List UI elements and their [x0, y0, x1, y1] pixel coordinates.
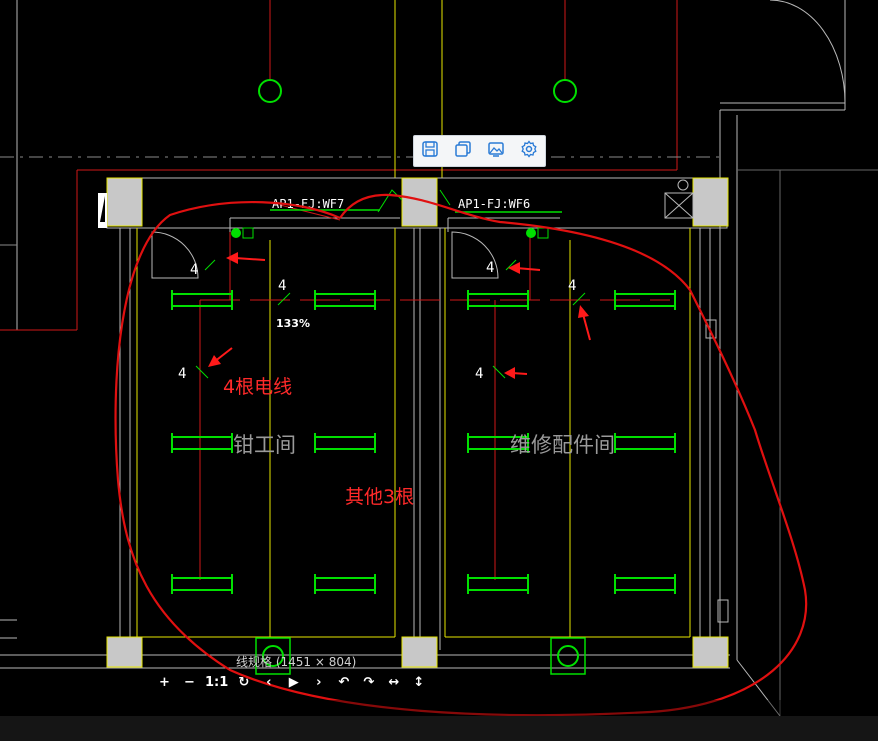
settings-icon	[520, 140, 538, 162]
rotate-right-button[interactable]: ↷	[359, 675, 378, 690]
annotation-arrows	[208, 252, 591, 379]
viewer-controls: + − 1:1 ↻ ‹ ▶ › ↶ ↷ ↔ ↕	[155, 675, 428, 690]
image-button[interactable]	[483, 138, 509, 164]
reset-button[interactable]: ↻	[234, 675, 253, 690]
image-icon	[487, 140, 505, 162]
flip-vertical-button[interactable]: ↕	[409, 675, 428, 690]
rotate-left-button[interactable]: ↶	[334, 675, 353, 690]
zoom-out-button[interactable]: −	[180, 675, 199, 690]
wire-mark-3: 4	[178, 366, 186, 382]
flip-horizontal-button[interactable]: ↔	[384, 675, 403, 690]
wire-mark-6: 4	[475, 366, 483, 382]
save-button[interactable]	[417, 138, 443, 164]
ceiling-lights-top	[258, 79, 577, 103]
doors	[151, 231, 499, 279]
light-fixtures	[171, 189, 676, 675]
bottom-strip	[0, 716, 878, 741]
copy-button[interactable]	[450, 138, 476, 164]
zoom-badge: 133%	[276, 317, 310, 330]
wire-mark-4: 4	[486, 260, 494, 276]
actual-size-button[interactable]: 1:1	[205, 675, 228, 690]
upper-layout	[0, 0, 878, 716]
equipment-box	[664, 179, 729, 623]
play-button[interactable]: ▶	[284, 675, 303, 690]
save-icon	[421, 140, 439, 162]
copy-icon	[454, 140, 472, 162]
settings-button[interactable]	[516, 138, 542, 164]
wire-mark-2: 4	[278, 278, 286, 294]
next-button[interactable]: ›	[309, 675, 328, 690]
room-label-right: 维修配件间	[510, 433, 615, 457]
circuit-label-right: AP1-FJ:WF6	[458, 197, 530, 211]
wire-mark-1: 4	[190, 262, 198, 278]
prev-button[interactable]: ‹	[259, 675, 278, 690]
annotation-others-three: 其他3根	[345, 486, 415, 508]
zoom-in-button[interactable]: +	[155, 675, 174, 690]
wire-mark-5: 4	[568, 278, 576, 294]
room-label-left: 钳工间	[233, 433, 296, 457]
image-caption: 线规格 (1451 × 804)	[236, 655, 357, 669]
cad-drawing: AP1-FJ:WF7 AP1-FJ:WF6 钳工间 维修配件间 4 4 4 4 …	[0, 0, 878, 717]
annotation-four-wires: 4根电线	[223, 376, 293, 398]
floating-toolbar	[413, 135, 546, 167]
